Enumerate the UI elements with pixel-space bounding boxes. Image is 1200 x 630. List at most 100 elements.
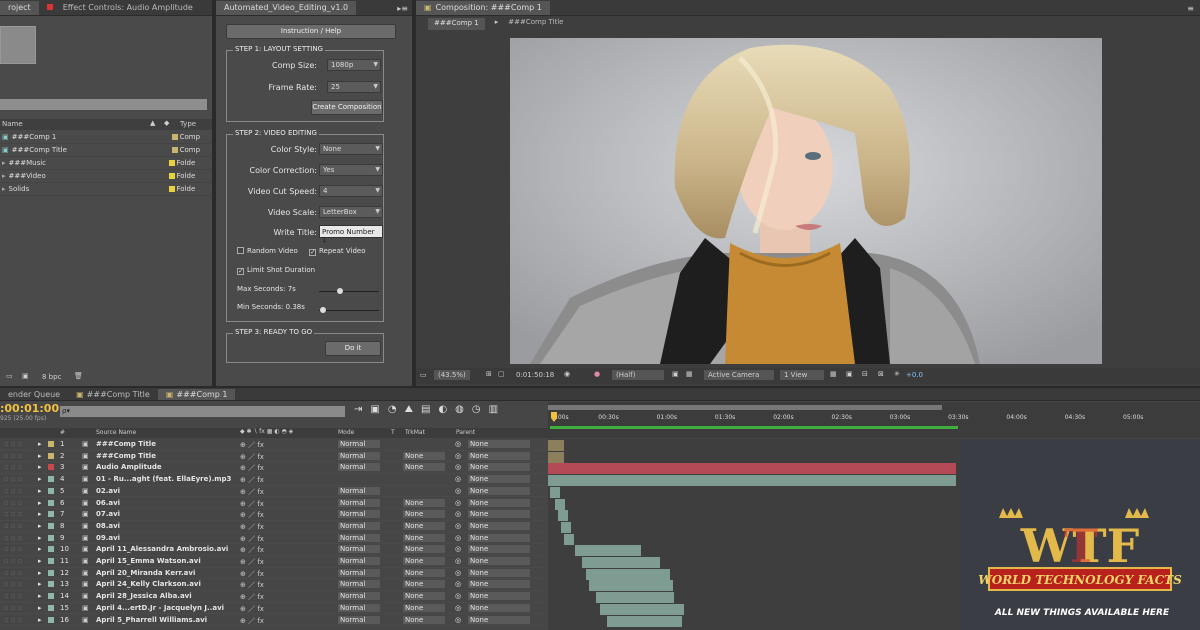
mode-dropdown[interactable]: Normal: [338, 533, 380, 542]
layer-switches[interactable]: ⊕ ／ fx: [240, 522, 264, 532]
parent-pickwhip-icon[interactable]: ◎: [455, 545, 461, 553]
exposure-icon[interactable]: ✳: [894, 370, 900, 378]
label-swatch[interactable]: [48, 546, 54, 553]
toggle-pixel-icon[interactable]: ▦: [830, 370, 837, 378]
layer-row[interactable]: ▫ ▫ ▫ ▸ 15 ▣ April 4...ertD.Jr - Jacquelyn J…: [0, 603, 548, 615]
mode-dropdown[interactable]: Normal: [338, 615, 380, 624]
layer-row[interactable]: ▫ ▫ ▫ ▸ 11 ▣ April 15_Emma Watson.avi ⊕ ／ fx N…: [0, 556, 548, 568]
layer-switches[interactable]: ⊕ ／ fx: [240, 510, 264, 520]
expand-arrow-icon[interactable]: ▸: [38, 545, 42, 553]
visibility-icon[interactable]: ▫ ▫ ▫: [4, 463, 23, 471]
mode-dropdown[interactable]: Normal: [338, 463, 380, 472]
parent-dropdown[interactable]: None: [468, 545, 530, 554]
tab-comp-title[interactable]: ▣ ###Comp Title: [68, 389, 158, 400]
layer-duration-bar[interactable]: [596, 592, 674, 604]
layer-row[interactable]: ▫ ▫ ▫ ▸ 9 ▣ 09.avi ⊕ ／ fx Normal None ◎ None: [0, 533, 548, 545]
parent-dropdown[interactable]: None: [468, 498, 530, 507]
project-item[interactable]: ▸ ###Music Folde: [0, 157, 212, 170]
label-swatch[interactable]: [48, 522, 54, 529]
stopwatch-icon[interactable]: ◷: [472, 404, 489, 415]
parent-pickwhip-icon[interactable]: ◎: [455, 487, 461, 495]
visibility-icon[interactable]: ▫ ▫ ▫: [4, 499, 23, 507]
visibility-icon[interactable]: ▫ ▫ ▫: [4, 522, 23, 530]
parent-dropdown[interactable]: None: [468, 533, 530, 542]
column-name[interactable]: Name: [2, 120, 23, 128]
layer-name[interactable]: 08.avi: [96, 522, 120, 530]
visibility-icon[interactable]: ▫ ▫ ▫: [4, 545, 23, 553]
layer-switches[interactable]: ⊕ ／ fx: [240, 499, 264, 509]
mode-dropdown[interactable]: Normal: [338, 498, 380, 507]
layer-duration-bar[interactable]: [582, 557, 660, 568]
col-parent[interactable]: Parent: [456, 429, 475, 436]
comp-new-icon[interactable]: ▣: [22, 372, 29, 380]
exposure-value[interactable]: +0.0: [906, 371, 923, 379]
parent-dropdown[interactable]: None: [468, 510, 530, 519]
project-item[interactable]: ▣ ###Comp Title Comp: [0, 144, 212, 157]
layer-name[interactable]: 09.avi: [96, 534, 120, 542]
layer-duration-bar[interactable]: [550, 486, 560, 498]
layer-name[interactable]: April 15_Emma Watson.avi: [96, 557, 201, 565]
parent-dropdown[interactable]: None: [468, 451, 530, 460]
folder-new-icon[interactable]: ▭: [6, 372, 13, 380]
layer-row[interactable]: ▫ ▫ ▫ ▸ 10 ▣ April 11_Alessandra Ambrosio.av…: [0, 544, 548, 556]
label-swatch[interactable]: [48, 441, 54, 447]
sort-arrow-icon[interactable]: ▲: [150, 119, 155, 127]
project-search-input[interactable]: [0, 99, 207, 110]
comp-size-dropdown[interactable]: 1080p: [327, 59, 381, 71]
parent-pickwhip-icon[interactable]: ◎: [455, 440, 461, 448]
layer-row[interactable]: ▫ ▫ ▫ ▸ 2 ▣ ###Comp Title ⊕ ／ fx Normal None ◎ No…: [0, 451, 548, 463]
expand-arrow-icon[interactable]: ▸: [38, 440, 42, 448]
layer-duration-bar[interactable]: [589, 580, 673, 592]
layer-switches[interactable]: ⊕ ／ fx: [240, 604, 264, 614]
color-correction-dropdown[interactable]: Yes: [319, 164, 383, 176]
label-swatch[interactable]: [48, 569, 54, 576]
layer-switches[interactable]: ⊕ ／ fx: [240, 475, 264, 485]
parent-pickwhip-icon[interactable]: ◎: [455, 534, 461, 542]
visibility-icon[interactable]: ▫ ▫ ▫: [4, 557, 23, 565]
layer-duration-bar[interactable]: [599, 603, 684, 615]
layer-duration-bar[interactable]: [554, 498, 565, 510]
label-swatch[interactable]: [48, 558, 54, 564]
frame-rate-dropdown[interactable]: 25: [327, 81, 381, 93]
layer-duration-bar[interactable]: [560, 521, 571, 533]
trash-icon[interactable]: 🗑: [74, 372, 83, 380]
layer-name[interactable]: 07.avi: [96, 510, 120, 518]
transparency-icon[interactable]: ▦: [686, 370, 693, 378]
parent-pickwhip-icon[interactable]: ◎: [455, 580, 461, 588]
trkmat-dropdown[interactable]: None: [403, 533, 445, 542]
expand-arrow-icon[interactable]: ▸: [38, 487, 42, 495]
subtab-comp-title[interactable]: ###Comp Title: [508, 18, 563, 30]
parent-dropdown[interactable]: None: [468, 486, 530, 495]
layer-row[interactable]: ▫ ▫ ▫ ▸ 12 ▣ April 20_Miranda Kerr.avi ⊕ ／ fx…: [0, 568, 548, 580]
ram-preview-icon[interactable]: ▥: [489, 404, 506, 415]
layer-name[interactable]: Audio Amplitude: [96, 463, 162, 471]
checkbox-box-checked[interactable]: ✓: [237, 268, 244, 275]
layer-duration-bar[interactable]: [557, 510, 568, 522]
layer-name[interactable]: ###Comp Title: [96, 440, 156, 448]
label-swatch[interactable]: [48, 581, 54, 588]
mode-dropdown[interactable]: Normal: [338, 580, 380, 589]
tab-script[interactable]: Automated_Video_Editing_v1.0: [216, 1, 357, 15]
frame-blend-icon[interactable]: ⛰: [405, 404, 421, 415]
close-icon[interactable]: ▸≡: [397, 4, 408, 13]
layer-switches[interactable]: ⊕ ／ fx: [240, 534, 264, 544]
checkbox-box[interactable]: [237, 247, 244, 254]
layer-switches[interactable]: ⊕ ／ fx: [240, 569, 264, 579]
max-slider-thumb[interactable]: [337, 288, 343, 294]
mode-dropdown[interactable]: Normal: [338, 545, 380, 554]
layer-row[interactable]: ▫ ▫ ▫ ▸ 13 ▣ April 24_Kelly Clarkson.avi ⊕ ／ …: [0, 579, 548, 592]
visibility-icon[interactable]: ▫ ▫ ▫: [4, 534, 23, 542]
label-swatch[interactable]: [48, 476, 54, 483]
parent-pickwhip-icon[interactable]: ◎: [455, 557, 461, 565]
visibility-icon[interactable]: ▫ ▫ ▫: [4, 580, 23, 588]
trkmat-dropdown[interactable]: None: [403, 510, 445, 519]
snapshot-icon[interactable]: ◉: [564, 370, 570, 378]
layer-search-input[interactable]: ρ▾: [60, 406, 345, 417]
min-slider-thumb[interactable]: [320, 307, 326, 313]
col-num[interactable]: #: [60, 429, 65, 436]
grid-icon[interactable]: ⊞: [486, 370, 492, 378]
layer-name[interactable]: April 24_Kelly Clarkson.avi: [96, 580, 201, 588]
mode-dropdown[interactable]: Normal: [338, 603, 380, 612]
visibility-icon[interactable]: ▫ ▫ ▫: [4, 510, 23, 518]
project-item[interactable]: ▸ ###Video Folde: [0, 170, 212, 183]
